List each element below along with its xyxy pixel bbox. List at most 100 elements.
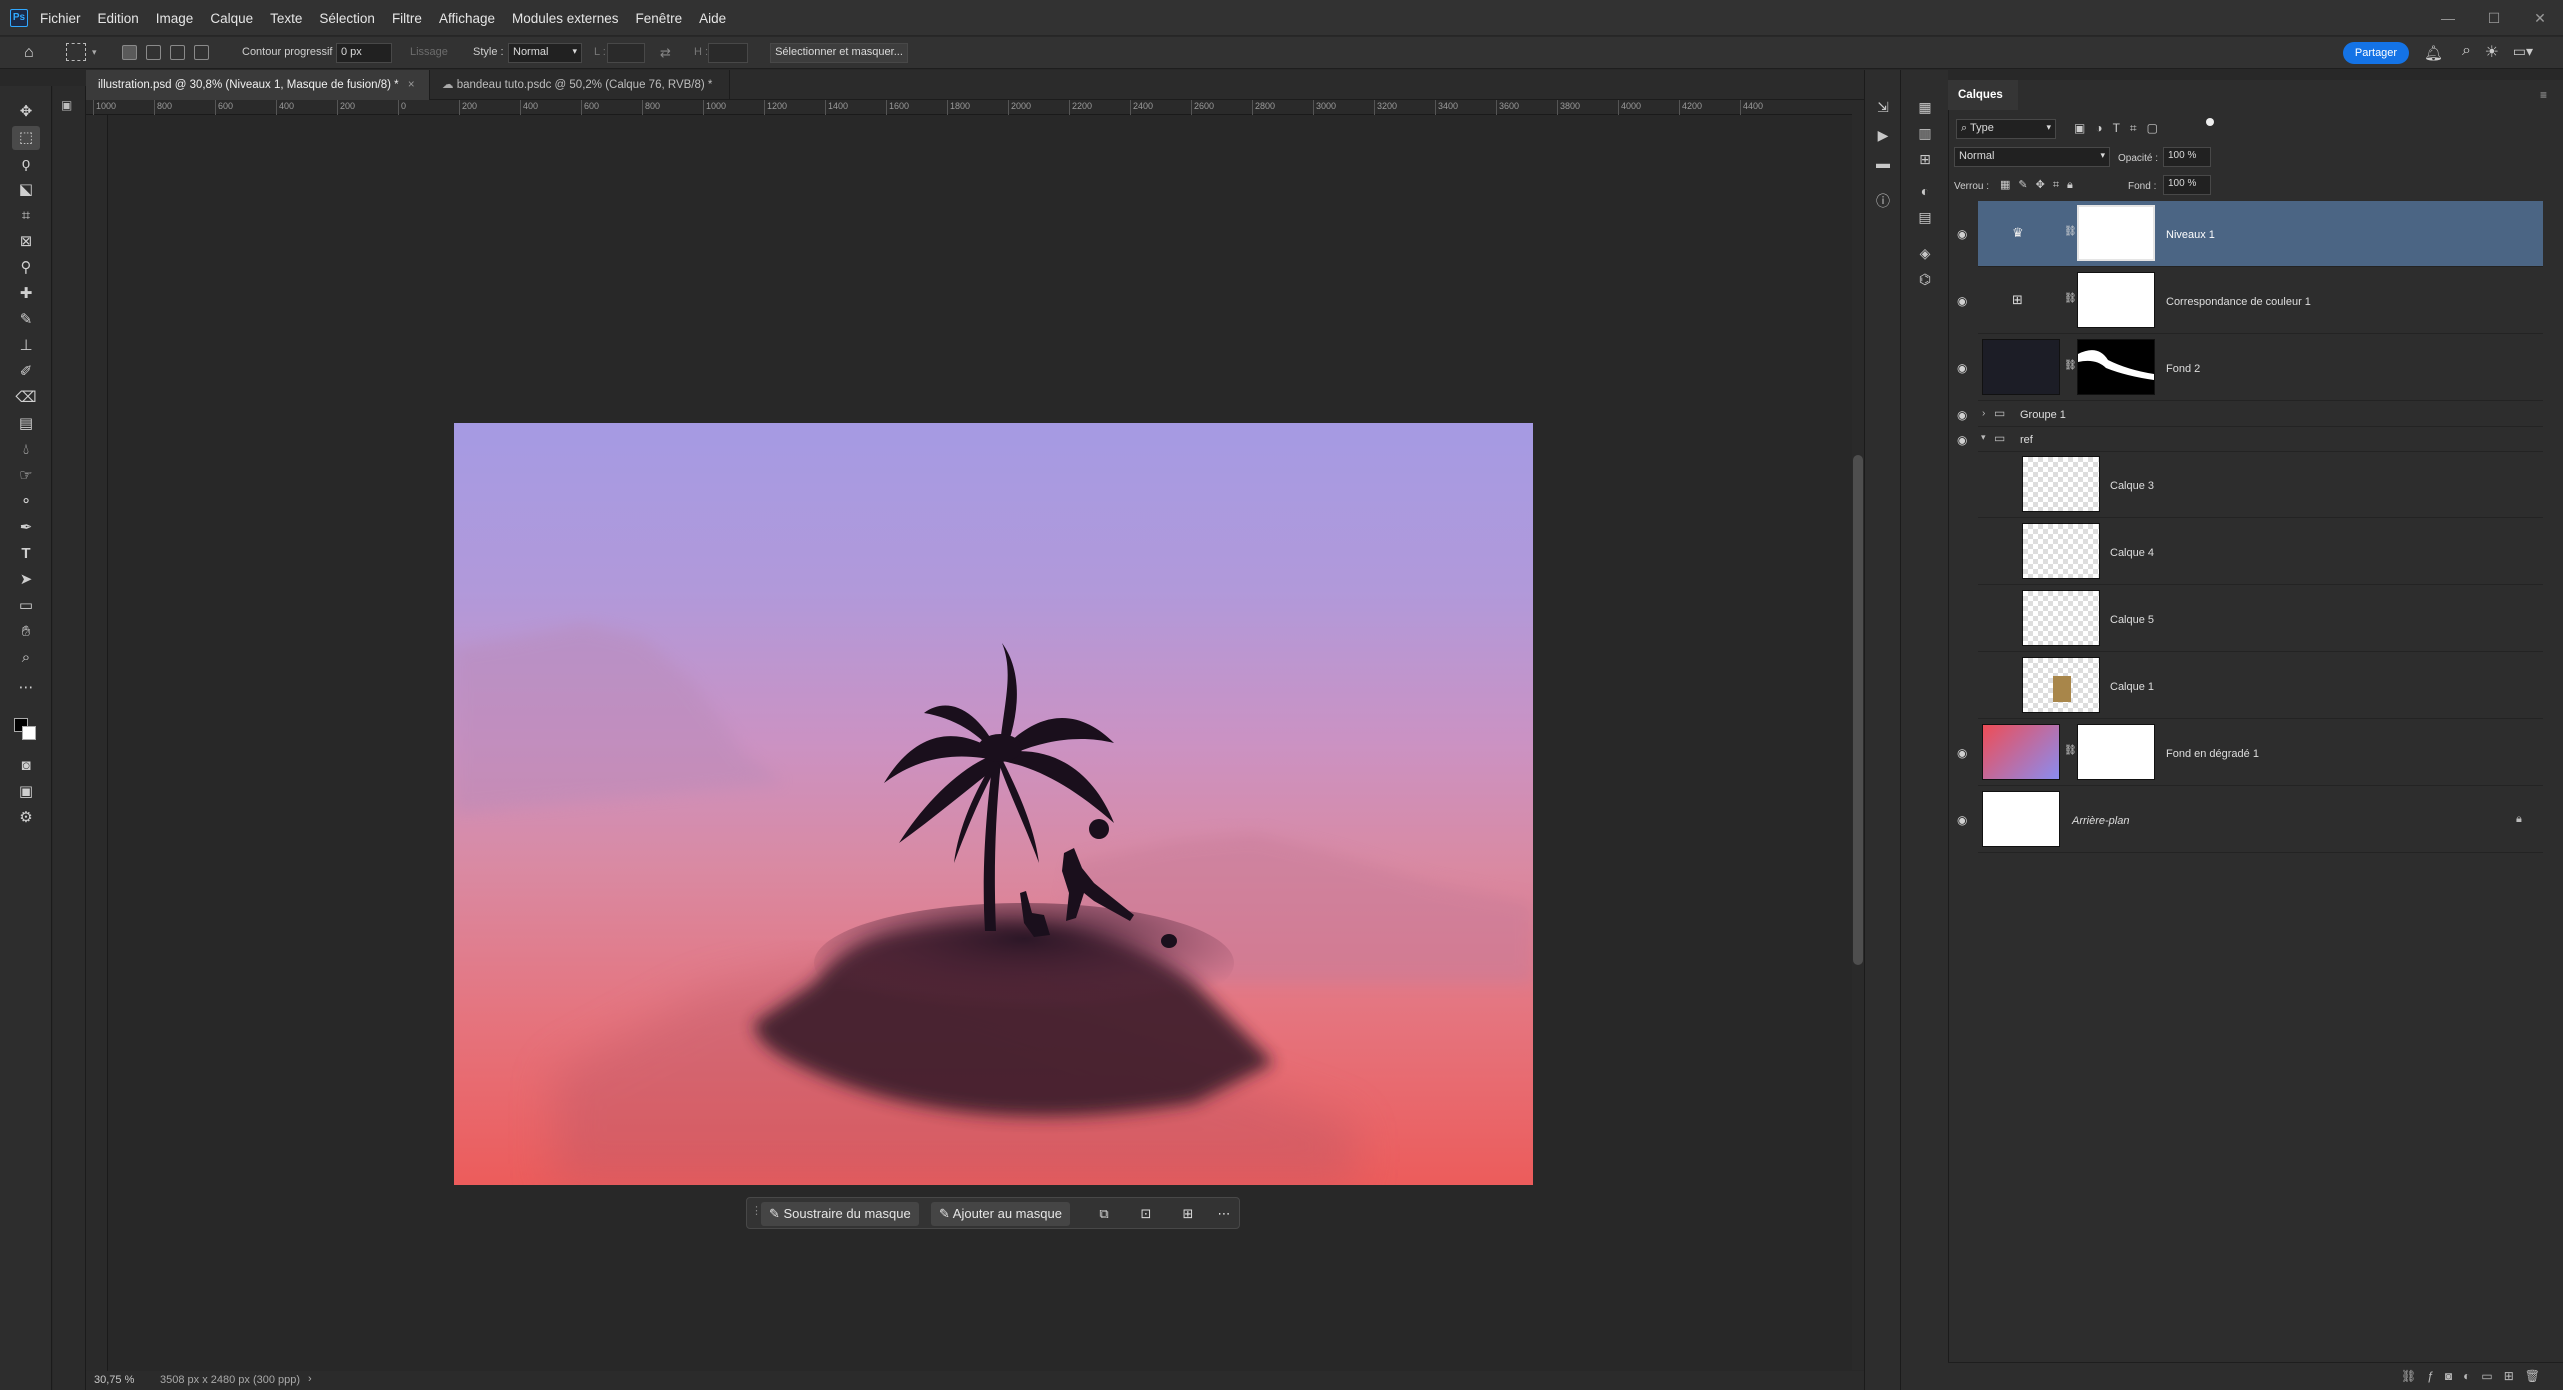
stamp-tool-icon[interactable]: ⊥ [0, 334, 52, 358]
smudge-tool-icon[interactable]: ☞ [0, 464, 52, 488]
chevron-down-icon[interactable]: ▾ [1981, 432, 1986, 443]
marquee-preset-icon[interactable] [66, 43, 86, 61]
mask-reset-icon[interactable]: ⊡ [1133, 1202, 1159, 1226]
menu-edition[interactable]: Edition [98, 11, 139, 26]
layer-action-icons[interactable]: ⛓ƒ◙◐▭⊞🗑︎ [2401, 1369, 2551, 1383]
more-options-icon[interactable]: ⋯ [1211, 1202, 1237, 1226]
swap-icon[interactable]: ⇄ [660, 45, 671, 61]
layer-name[interactable]: Calque 5 [2110, 614, 2154, 626]
chevron-down-icon[interactable]: ▾ [92, 47, 97, 58]
chevron-right-icon[interactable]: › [1982, 408, 1985, 419]
menu-selection[interactable]: Sélection [319, 11, 375, 26]
chevron-right-icon[interactable]: › [308, 1373, 312, 1385]
subtract-from-mask-button[interactable]: ✎ Soustraire du masque [761, 1202, 919, 1226]
layer-row-arriere-plan[interactable] [1978, 787, 2543, 853]
layer-name[interactable]: Calque 3 [2110, 480, 2154, 492]
select-and-mask-button[interactable]: Sélectionner et masquer... [770, 43, 908, 63]
info-panel-icon[interactable]: ⓘ [1872, 190, 1894, 212]
properties-panel-icon[interactable]: ▤ [1914, 206, 1936, 228]
patterns-panel-icon[interactable]: ⊞ [1914, 148, 1936, 170]
layer-thumbnail[interactable] [1982, 791, 2060, 847]
layer-thumbnail[interactable] [2022, 590, 2100, 646]
layer-name[interactable]: Arrière-plan [2072, 815, 2129, 827]
zoom-tool-icon[interactable]: ⌕ [0, 646, 52, 670]
menu-image[interactable]: Image [156, 11, 194, 26]
add-to-mask-button[interactable]: ✎ Ajouter au masque [931, 1202, 1070, 1226]
minimize-icon[interactable]: — [2425, 10, 2471, 26]
menu-calque[interactable]: Calque [210, 11, 253, 26]
visibility-eye-icon[interactable]: ◉ [1957, 746, 1967, 760]
layer-mask-thumbnail[interactable] [2077, 724, 2155, 780]
mask-link-icon[interactable]: ⛓ [2064, 745, 2077, 756]
document-artwork[interactable] [454, 423, 1533, 1185]
mask-link-icon[interactable]: ⛓ [2064, 360, 2077, 371]
lock-icon[interactable]: 🔒︎ [2516, 813, 2522, 826]
screen-mode-icon[interactable]: ▣ [0, 780, 52, 804]
layer-thumbnail[interactable] [1982, 339, 2060, 395]
add-selection-icon[interactable] [146, 45, 161, 60]
layer-mask-thumbnail[interactable] [2077, 339, 2155, 395]
layer-thumbnail[interactable] [2022, 523, 2100, 579]
more-tools-icon[interactable]: ⋯ [0, 676, 52, 700]
menu-fenetre[interactable]: Fenêtre [636, 11, 683, 26]
visibility-eye-icon[interactable]: ◉ [1957, 408, 1967, 422]
close-icon[interactable]: × [408, 79, 415, 91]
tab-bandeau-tuto[interactable]: ☁ bandeau tuto.psdc @ 50,2% (Calque 76, … [430, 70, 730, 121]
lasso-tool-icon[interactable]: ϙ [0, 152, 52, 176]
quick-mask-icon[interactable]: ◙ [0, 754, 52, 778]
healing-brush-tool-icon[interactable]: ✚ [0, 282, 52, 306]
menu-texte[interactable]: Texte [270, 11, 302, 26]
visibility-eye-icon[interactable]: ◉ [1957, 813, 1967, 827]
layer-row-fond-2[interactable] [1978, 335, 2543, 401]
antialias-checkbox[interactable]: Lissage [410, 46, 448, 58]
visibility-eye-icon[interactable]: ◉ [1957, 361, 1967, 375]
layer-name[interactable]: Correspondance de couleur 1 [2166, 296, 2311, 308]
crop-tool-icon[interactable]: ⌗ [0, 204, 52, 228]
maximize-icon[interactable]: ☐ [2471, 10, 2517, 27]
search-icon[interactable]: ⌕ [2462, 42, 2471, 60]
rect-marquee-tool-icon[interactable]: ⬚ [12, 126, 40, 150]
layer-thumbnail[interactable] [2022, 657, 2100, 713]
layer-name[interactable]: Groupe 1 [2020, 409, 2066, 421]
layer-name[interactable]: Calque 1 [2110, 681, 2154, 693]
pen-tool-icon[interactable]: ✒ [0, 516, 52, 540]
workspace-icon[interactable]: ▭▾ [2513, 43, 2533, 60]
swatches-panel-icon[interactable]: ▦ [1914, 96, 1936, 118]
mask-link-icon[interactable]: ⛓ [2064, 226, 2077, 237]
layer-row-niveaux-1[interactable] [1978, 201, 2543, 267]
lock-icons[interactable]: ▦✎✥⌗🔒︎ [2000, 178, 2081, 192]
object-select-tool-icon[interactable]: ⬕ [0, 178, 52, 202]
blur-tool-icon[interactable]: 💧︎ [0, 438, 52, 462]
paths-panel-icon[interactable]: ⌬ [1914, 268, 1936, 290]
width-input[interactable] [607, 43, 645, 63]
visibility-eye-icon[interactable]: ◉ [1957, 433, 1967, 447]
layer-mask-thumbnail[interactable] [2077, 205, 2155, 261]
adjustments-panel-icon[interactable]: ◐ [1914, 180, 1936, 202]
frame-tool-icon[interactable]: ⊠ [0, 230, 52, 254]
visibility-eye-icon[interactable]: ◉ [1957, 227, 1967, 241]
layer-filter-select[interactable]: ⌕ Type ▾ [1956, 119, 2056, 139]
mask-options-icon[interactable]: ⊞ [1175, 1202, 1201, 1226]
dodge-tool-icon[interactable]: ⚬ [0, 490, 52, 514]
comments-panel-icon[interactable]: ▬ [1872, 152, 1894, 174]
layer-name[interactable]: Fond en dégradé 1 [2166, 748, 2259, 760]
panel-menu-icon[interactable]: ≡ [2540, 88, 2547, 102]
menu-affichage[interactable]: Affichage [439, 11, 495, 26]
background-color-swatch[interactable] [22, 726, 36, 740]
eyedropper-tool-icon[interactable]: ⚲ [0, 256, 52, 280]
subtract-selection-icon[interactable] [170, 45, 185, 60]
opacity-input[interactable]: 100 % [2163, 147, 2211, 167]
hand-tool-icon[interactable]: ✋︎ [0, 620, 52, 644]
menu-fichier[interactable]: Fichier [40, 11, 81, 26]
filter-type-icons[interactable]: ▣◑T⌗▢ [2074, 121, 2168, 136]
zoom-level[interactable]: 30,75 % [94, 1374, 134, 1386]
share-button[interactable]: Partager [2343, 42, 2409, 64]
layer-name[interactable]: ref [2020, 434, 2033, 446]
layer-name[interactable]: Fond 2 [2166, 363, 2200, 375]
menu-modules-externes[interactable]: Modules externes [512, 11, 619, 26]
libraries-panel-icon[interactable]: ▥ [1914, 122, 1936, 144]
rectangle-tool-icon[interactable]: ▭ [0, 594, 52, 618]
visibility-eye-icon[interactable]: ◉ [1957, 294, 1967, 308]
bell-icon[interactable]: 🔔︎ [2424, 44, 2443, 62]
fill-input[interactable]: 100 % [2163, 175, 2211, 195]
